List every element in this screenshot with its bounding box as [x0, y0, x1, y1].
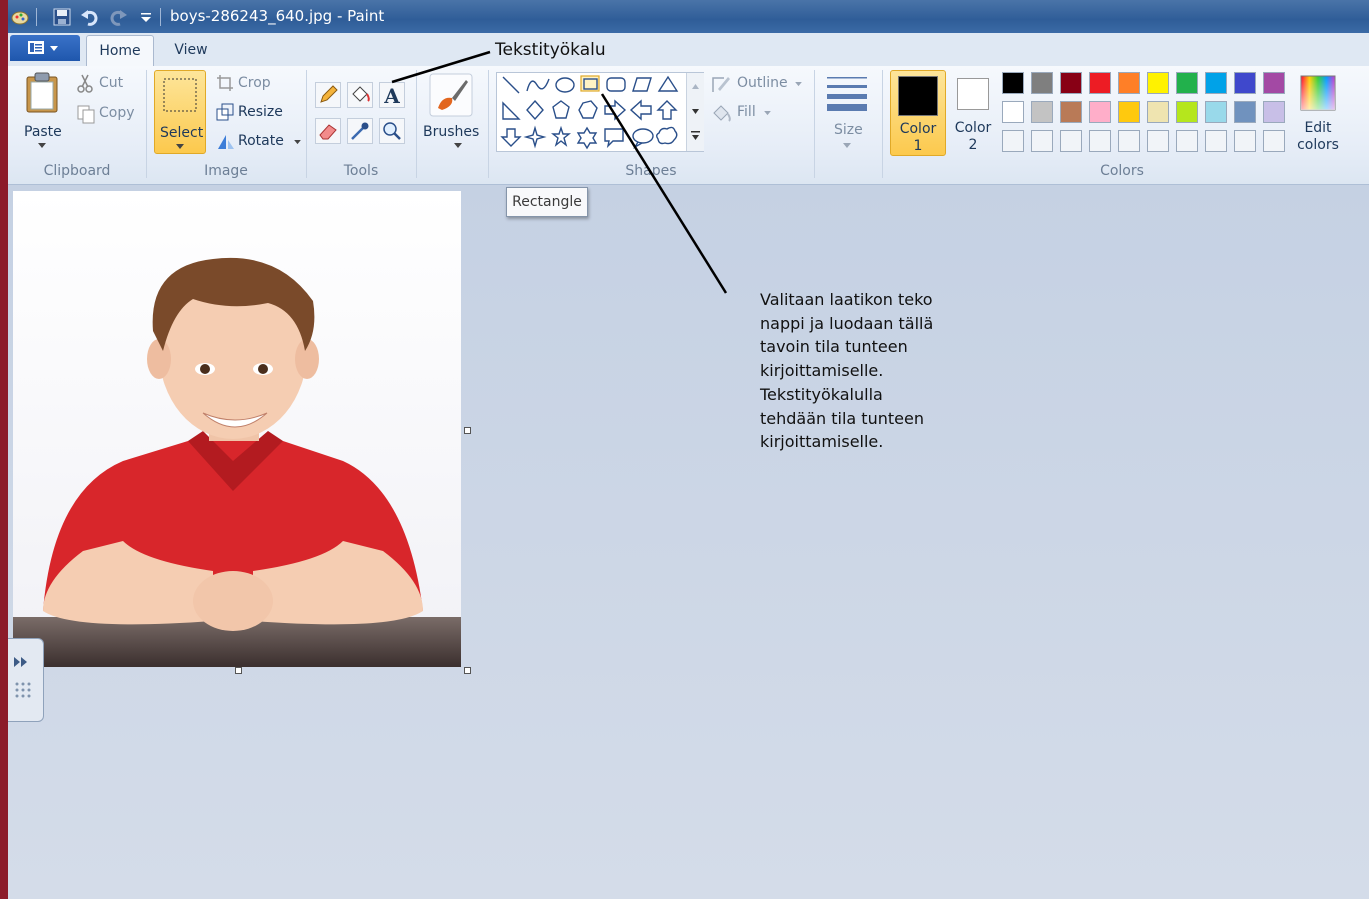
annotation-text: Valitaan laatikon teko nappi ja luodaan … [760, 290, 934, 452]
paint-window: boys-286243_640.jpg - Paint Home View Pa… [8, 0, 1369, 899]
annotation-label: Tekstityökalu [495, 40, 606, 60]
annotation-lines [391, 50, 728, 294]
